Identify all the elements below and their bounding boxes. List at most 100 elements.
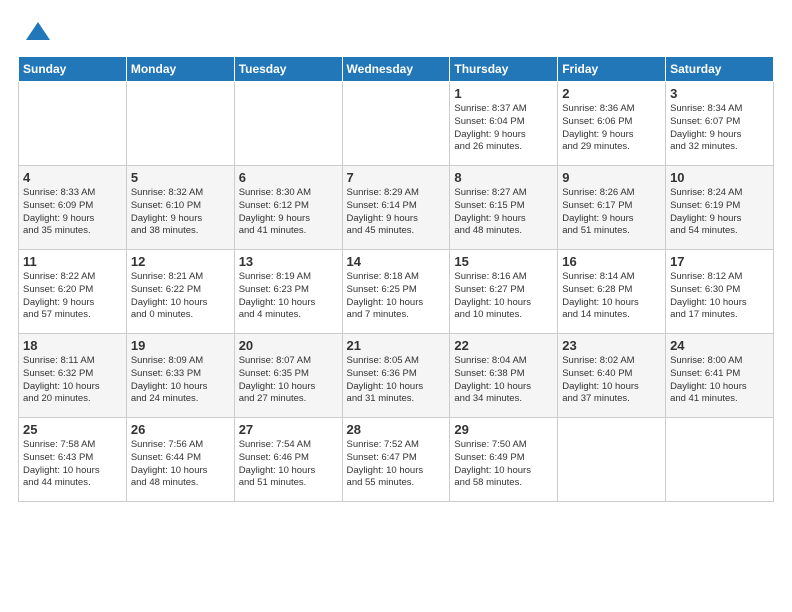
day-cell: 6 Sunrise: 8:30 AM Sunset: 6:12 PM Daylig… bbox=[234, 166, 342, 250]
day-cell: 26 Sunrise: 7:56 AM Sunset: 6:44 PM Dayli… bbox=[126, 418, 234, 502]
day-info: Sunrise: 7:56 AM Sunset: 6:44 PM Dayligh… bbox=[131, 439, 230, 490]
day-number: 11 bbox=[23, 254, 122, 269]
day-cell: 29Sunrise: 7:50 AM Sunset: 6:49 PM Dayli… bbox=[450, 418, 558, 502]
day-info: Sunrise: 7:50 AM Sunset: 6:49 PM Dayligh… bbox=[454, 439, 553, 490]
day-number: 10 bbox=[670, 170, 769, 185]
day-number: 18 bbox=[23, 338, 122, 353]
day-info: Sunrise: 8:37 AM Sunset: 6:04 PM Dayligh… bbox=[454, 103, 553, 154]
day-number: 1 bbox=[454, 86, 553, 101]
week-row-5: 25 Sunrise: 7:58 AM Sunset: 6:43 PM Dayli… bbox=[19, 418, 774, 502]
day-info: Sunrise: 7:52 AM Sunset: 6:47 PM Dayligh… bbox=[347, 439, 446, 490]
day-info: Sunrise: 8:14 AM Sunset: 6:28 PM Dayligh… bbox=[562, 271, 661, 322]
day-info: Sunrise: 8:05 AM Sunset: 6:36 PM Dayligh… bbox=[347, 355, 446, 406]
day-number: 24 bbox=[670, 338, 769, 353]
day-info: Sunrise: 8:18 AM Sunset: 6:25 PM Dayligh… bbox=[347, 271, 446, 322]
day-cell: 20 Sunrise: 8:07 AM Sunset: 6:35 PM Dayli… bbox=[234, 334, 342, 418]
day-info: Sunrise: 8:11 AM Sunset: 6:32 PM Dayligh… bbox=[23, 355, 122, 406]
day-cell: 22 Sunrise: 8:04 AM Sunset: 6:38 PM Dayli… bbox=[450, 334, 558, 418]
day-number: 14 bbox=[347, 254, 446, 269]
col-header-wednesday: Wednesday bbox=[342, 57, 450, 82]
col-header-monday: Monday bbox=[126, 57, 234, 82]
day-cell: 2 Sunrise: 8:36 AM Sunset: 6:06 PM Daylig… bbox=[558, 82, 666, 166]
day-info: Sunrise: 8:26 AM Sunset: 6:17 PM Dayligh… bbox=[562, 187, 661, 238]
day-info: Sunrise: 8:27 AM Sunset: 6:15 PM Dayligh… bbox=[454, 187, 553, 238]
calendar-table: SundayMondayTuesdayWednesdayThursdayFrid… bbox=[18, 56, 774, 502]
logo bbox=[18, 18, 52, 46]
day-cell: 18 Sunrise: 8:11 AM Sunset: 6:32 PM Dayli… bbox=[19, 334, 127, 418]
day-number: 8 bbox=[454, 170, 553, 185]
day-info: Sunrise: 8:00 AM Sunset: 6:41 PM Dayligh… bbox=[670, 355, 769, 406]
day-number: 12 bbox=[131, 254, 230, 269]
day-cell: 16 Sunrise: 8:14 AM Sunset: 6:28 PM Dayli… bbox=[558, 250, 666, 334]
day-info: Sunrise: 8:04 AM Sunset: 6:38 PM Dayligh… bbox=[454, 355, 553, 406]
day-info: Sunrise: 8:22 AM Sunset: 6:20 PM Dayligh… bbox=[23, 271, 122, 322]
day-cell: 5Sunrise: 8:32 AM Sunset: 6:10 PM Daylig… bbox=[126, 166, 234, 250]
day-number: 17 bbox=[670, 254, 769, 269]
day-cell: 25 Sunrise: 7:58 AM Sunset: 6:43 PM Dayli… bbox=[19, 418, 127, 502]
day-number: 28 bbox=[347, 422, 446, 437]
week-row-4: 18 Sunrise: 8:11 AM Sunset: 6:32 PM Dayli… bbox=[19, 334, 774, 418]
day-number: 13 bbox=[239, 254, 338, 269]
day-cell: 11 Sunrise: 8:22 AM Sunset: 6:20 PM Dayli… bbox=[19, 250, 127, 334]
day-cell bbox=[558, 418, 666, 502]
col-header-tuesday: Tuesday bbox=[234, 57, 342, 82]
day-cell bbox=[342, 82, 450, 166]
day-cell bbox=[19, 82, 127, 166]
day-number: 21 bbox=[347, 338, 446, 353]
day-cell: 14 Sunrise: 8:18 AM Sunset: 6:25 PM Dayli… bbox=[342, 250, 450, 334]
day-cell bbox=[126, 82, 234, 166]
day-cell bbox=[234, 82, 342, 166]
week-row-3: 11 Sunrise: 8:22 AM Sunset: 6:20 PM Dayli… bbox=[19, 250, 774, 334]
day-info: Sunrise: 8:16 AM Sunset: 6:27 PM Dayligh… bbox=[454, 271, 553, 322]
day-number: 2 bbox=[562, 86, 661, 101]
header-row: SundayMondayTuesdayWednesdayThursdayFrid… bbox=[19, 57, 774, 82]
day-number: 19 bbox=[131, 338, 230, 353]
day-cell: 7 Sunrise: 8:29 AM Sunset: 6:14 PM Daylig… bbox=[342, 166, 450, 250]
day-cell: 15 Sunrise: 8:16 AM Sunset: 6:27 PM Dayli… bbox=[450, 250, 558, 334]
day-number: 20 bbox=[239, 338, 338, 353]
header bbox=[18, 18, 774, 46]
logo-icon bbox=[24, 18, 52, 46]
day-info: Sunrise: 8:29 AM Sunset: 6:14 PM Dayligh… bbox=[347, 187, 446, 238]
day-number: 15 bbox=[454, 254, 553, 269]
day-number: 7 bbox=[347, 170, 446, 185]
day-number: 3 bbox=[670, 86, 769, 101]
day-cell: 23 Sunrise: 8:02 AM Sunset: 6:40 PM Dayli… bbox=[558, 334, 666, 418]
col-header-friday: Friday bbox=[558, 57, 666, 82]
day-cell: 19 Sunrise: 8:09 AM Sunset: 6:33 PM Dayli… bbox=[126, 334, 234, 418]
col-header-saturday: Saturday bbox=[666, 57, 774, 82]
day-number: 23 bbox=[562, 338, 661, 353]
day-cell: 8 Sunrise: 8:27 AM Sunset: 6:15 PM Daylig… bbox=[450, 166, 558, 250]
day-cell: 4Sunrise: 8:33 AM Sunset: 6:09 PM Daylig… bbox=[19, 166, 127, 250]
day-number: 6 bbox=[239, 170, 338, 185]
day-info: Sunrise: 8:12 AM Sunset: 6:30 PM Dayligh… bbox=[670, 271, 769, 322]
day-number: 16 bbox=[562, 254, 661, 269]
day-number: 25 bbox=[23, 422, 122, 437]
day-info: Sunrise: 8:30 AM Sunset: 6:12 PM Dayligh… bbox=[239, 187, 338, 238]
day-info: Sunrise: 7:54 AM Sunset: 6:46 PM Dayligh… bbox=[239, 439, 338, 490]
day-info: Sunrise: 8:24 AM Sunset: 6:19 PM Dayligh… bbox=[670, 187, 769, 238]
day-number: 26 bbox=[131, 422, 230, 437]
day-info: Sunrise: 8:21 AM Sunset: 6:22 PM Dayligh… bbox=[131, 271, 230, 322]
day-cell: 21 Sunrise: 8:05 AM Sunset: 6:36 PM Dayli… bbox=[342, 334, 450, 418]
day-info: Sunrise: 7:58 AM Sunset: 6:43 PM Dayligh… bbox=[23, 439, 122, 490]
day-info: Sunrise: 8:34 AM Sunset: 6:07 PM Dayligh… bbox=[670, 103, 769, 154]
day-cell bbox=[666, 418, 774, 502]
day-info: Sunrise: 8:07 AM Sunset: 6:35 PM Dayligh… bbox=[239, 355, 338, 406]
day-cell: 9Sunrise: 8:26 AM Sunset: 6:17 PM Daylig… bbox=[558, 166, 666, 250]
col-header-thursday: Thursday bbox=[450, 57, 558, 82]
day-number: 22 bbox=[454, 338, 553, 353]
col-header-sunday: Sunday bbox=[19, 57, 127, 82]
day-number: 27 bbox=[239, 422, 338, 437]
day-cell: 10 Sunrise: 8:24 AM Sunset: 6:19 PM Dayli… bbox=[666, 166, 774, 250]
day-cell: 24 Sunrise: 8:00 AM Sunset: 6:41 PM Dayli… bbox=[666, 334, 774, 418]
calendar-page: SundayMondayTuesdayWednesdayThursdayFrid… bbox=[0, 0, 792, 612]
day-info: Sunrise: 8:36 AM Sunset: 6:06 PM Dayligh… bbox=[562, 103, 661, 154]
day-number: 4 bbox=[23, 170, 122, 185]
day-cell: 13 Sunrise: 8:19 AM Sunset: 6:23 PM Dayli… bbox=[234, 250, 342, 334]
day-info: Sunrise: 8:02 AM Sunset: 6:40 PM Dayligh… bbox=[562, 355, 661, 406]
day-info: Sunrise: 8:19 AM Sunset: 6:23 PM Dayligh… bbox=[239, 271, 338, 322]
day-cell: 17 Sunrise: 8:12 AM Sunset: 6:30 PM Dayli… bbox=[666, 250, 774, 334]
day-info: Sunrise: 8:09 AM Sunset: 6:33 PM Dayligh… bbox=[131, 355, 230, 406]
day-cell: 1 Sunrise: 8:37 AM Sunset: 6:04 PM Daylig… bbox=[450, 82, 558, 166]
